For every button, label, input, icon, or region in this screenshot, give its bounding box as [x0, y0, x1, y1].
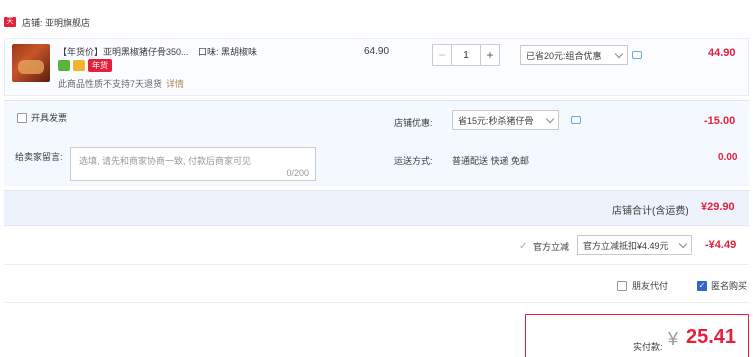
subtotal-label: 店铺合计(含运费): [612, 206, 689, 217]
service-icon: [58, 60, 70, 71]
item-total: 44.90: [708, 47, 736, 59]
friend-pay-option[interactable]: 朋友代付: [617, 279, 668, 292]
message-placeholder: 选填, 请先和商家协商一致, 付款后商家可见: [79, 156, 252, 166]
quantity-input[interactable]: 1: [452, 44, 480, 66]
store-discount-label: 店铺优惠:: [394, 118, 433, 128]
return-note-text: 此商品性质不支持7天退货: [58, 79, 163, 89]
divider: [4, 264, 749, 265]
shipping-label: 运送方式:: [394, 156, 433, 166]
item-badges: 年货: [58, 59, 112, 72]
shipping-method: 普通配送 快递 免邮: [452, 156, 530, 166]
chevron-down-icon: [545, 114, 555, 123]
increase-button[interactable]: +: [480, 44, 500, 66]
anonymous-option[interactable]: ✓ 匿名购买: [697, 279, 747, 292]
shop-header: 天猫 店铺: 亚明旗舰店: [0, 12, 90, 35]
payment-label: 实付款:: [633, 342, 663, 352]
chat-icon[interactable]: [632, 51, 642, 59]
official-discount-amount: -¥4.49: [705, 239, 737, 251]
invoice-checkbox[interactable]: [17, 112, 27, 123]
subtotal-amount: ¥29.90: [701, 201, 735, 213]
official-discount-select[interactable]: 官方立减抵扣¥4.49元: [577, 235, 692, 255]
item-title[interactable]: 【年货价】亚明黑椒猪仔骨350...: [58, 45, 198, 58]
unit-price: 64.90: [364, 46, 390, 57]
chevron-down-icon: [614, 49, 624, 58]
divider: [4, 302, 749, 303]
payment-currency: ¥: [668, 329, 679, 349]
product-thumbnail[interactable]: [12, 44, 50, 82]
item-promo-value: 已省20元:组合优惠: [526, 50, 602, 61]
store-discount-amount: -15.00: [704, 115, 736, 127]
checkmark-icon: ✓: [519, 240, 528, 252]
item-flavor: 口味: 黑胡椒味: [198, 47, 258, 57]
chevron-down-icon: [678, 239, 688, 248]
tmall-icon: 天猫: [4, 17, 16, 35]
official-discount-value: 官方立减抵扣¥4.49元: [583, 240, 669, 251]
item-promo-select[interactable]: 已省20元:组合优惠: [520, 45, 628, 65]
invoice-label: 开具发票: [31, 113, 68, 123]
store-discount-value: 省15元:秒杀猪仔骨: [458, 115, 534, 126]
store-discount-select[interactable]: 省15元:秒杀猪仔骨: [452, 110, 559, 130]
shipping-amount: 0.00: [718, 152, 738, 163]
invoice-option[interactable]: 开具发票: [17, 111, 67, 124]
detail-link[interactable]: 详情: [166, 79, 184, 89]
new-year-badge: 年货: [88, 59, 112, 72]
message-counter: 0/200: [286, 168, 309, 178]
shop-name[interactable]: 店铺: 亚明旗舰店: [22, 16, 90, 29]
message-label: 给卖家留言:: [15, 152, 63, 162]
decrease-button[interactable]: −: [432, 44, 452, 66]
friend-pay-checkbox[interactable]: [617, 280, 627, 291]
quantity-stepper: − 1 +: [432, 44, 500, 66]
message-textarea[interactable]: 选填, 请先和商家协商一致, 付款后商家可见 0/200: [70, 147, 316, 181]
chat-icon[interactable]: [571, 116, 581, 124]
official-discount-option: ✓ 官方立减: [519, 240, 569, 253]
anonymous-label: 匿名购买: [711, 281, 748, 291]
anonymous-checkbox[interactable]: ✓: [697, 280, 707, 291]
card-icon: [73, 60, 85, 71]
return-note: 此商品性质不支持7天退货 详情: [58, 77, 184, 90]
official-discount-label: 官方立减: [533, 242, 570, 252]
friend-pay-label: 朋友代付: [632, 281, 669, 291]
payment-amount: 25.41: [686, 326, 737, 348]
